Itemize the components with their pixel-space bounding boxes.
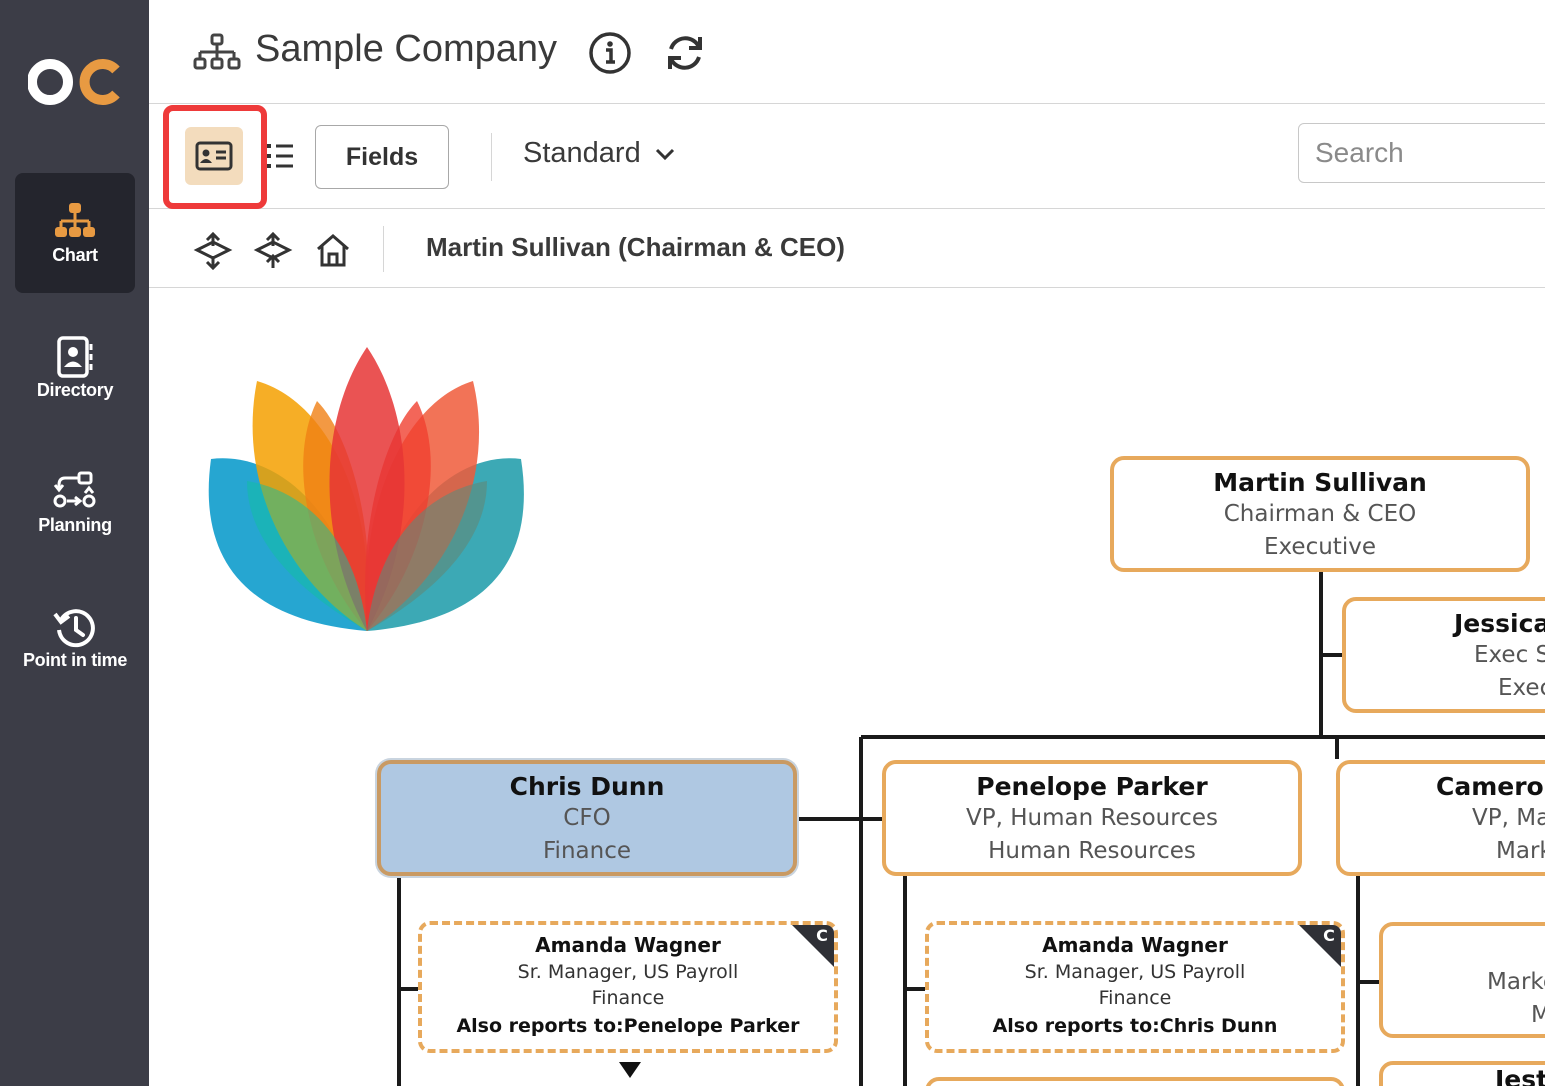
dotted-line-card[interactable]: C Amanda Wagner Sr. Manager, US Payroll … [925,921,1345,1053]
node-title: CFO [563,805,611,831]
badge-letter: C [816,926,828,945]
layout-select-value: Standard [523,137,641,169]
node-department: Mark [1496,838,1545,864]
nav-point-in-time[interactable]: Point in time [15,578,135,698]
fields-button[interactable]: Fields [315,125,449,189]
card-name: Amanda Wagner [535,933,721,957]
org-node[interactable]: Cameron VP, Mar Mark [1336,760,1545,876]
toolbar-divider [491,133,492,181]
nav-planning[interactable]: Planning [15,443,135,563]
also-reports-name[interactable]: Chris Dunn [1160,1015,1278,1037]
planning-flow-icon [53,471,96,508]
node-title: Marke [1487,969,1545,995]
node-name: Cameron [1436,772,1545,801]
also-reports-label: Also reports to: [456,1015,624,1037]
sidebar: Chart Directory Planning Point in time [0,0,149,1086]
node-title: Chairman & CEO [1223,501,1417,527]
org-node[interactable]: Jest [1379,1061,1545,1086]
home-icon[interactable] [313,230,353,270]
card-view-button[interactable] [185,127,243,185]
node-name: Jessica [1454,609,1545,638]
node-title: VP, Mar [1472,805,1545,831]
also-reports-to: Also reports to:Penelope Parker [422,1011,834,1041]
nav-directory-label: Directory [36,380,114,400]
node-department: Human Resources [988,838,1196,864]
info-icon[interactable] [587,30,633,76]
nav-directory[interactable]: Directory [15,308,135,428]
org-node-assistant[interactable]: Jessica Exec Se Exec [1342,597,1545,713]
org-node[interactable] [925,1077,1345,1086]
card-department: Finance [591,987,665,1009]
node-name: Martin Sullivan [1213,468,1427,497]
node-department: Executive [1264,534,1376,560]
list-view-icon[interactable] [265,141,295,171]
node-name: Penelope Parker [976,772,1208,801]
expand-arrow-icon[interactable] [618,1061,642,1079]
oc-logo[interactable] [28,52,124,112]
chevron-down-icon [655,148,674,160]
nav-chart-label: Chart [52,245,98,265]
node-title: VP, Human Resources [966,805,1218,831]
layout-select[interactable]: Standard [523,137,675,170]
nav-point-in-time-label: Point in time [22,650,128,670]
nav-chart[interactable]: Chart [15,173,135,293]
org-node[interactable]: Penelope Parker VP, Human Resources Huma… [882,760,1302,876]
node-name: Chris Dunn [509,772,665,801]
org-chart-icon [55,203,95,237]
node-department: Exec [1498,675,1545,701]
node-title: Exec Se [1474,642,1545,668]
card-name: Amanda Wagner [1042,933,1228,957]
header: Sample Company [149,0,1545,104]
breadcrumb-divider [383,226,384,272]
also-reports-name[interactable]: Penelope Parker [624,1015,800,1037]
expand-down-icon[interactable] [193,230,233,270]
history-clock-icon [53,609,95,648]
refresh-icon[interactable] [662,30,708,76]
org-node-root[interactable]: Martin Sullivan Chairman & CEO Executive [1110,456,1530,572]
chart-canvas[interactable]: Martin Sullivan Chairman & CEO Executive… [149,289,1545,1086]
also-reports-to: Also reports to:Chris Dunn [929,1011,1341,1041]
node-name: Jest [1495,1065,1545,1086]
breadcrumb-bar: Martin Sullivan (Chairman & CEO) [149,210,1545,288]
id-card-icon [195,141,233,171]
page-title: Sample Company [255,28,558,70]
contact-book-icon [57,336,93,378]
card-title: Sr. Manager, US Payroll [517,961,739,983]
card-department: Finance [1098,987,1172,1009]
breadcrumb[interactable]: Martin Sullivan (Chairman & CEO) [426,232,845,263]
org-node[interactable]: Marke M [1379,922,1545,1038]
org-node-selected[interactable]: Chris Dunn CFO Finance [377,760,797,876]
badge-letter: C [1323,926,1335,945]
node-department: Finance [543,838,631,864]
also-reports-label: Also reports to: [992,1015,1160,1037]
toolbar: Fields Standard [149,105,1545,209]
nav-planning-label: Planning [38,515,112,535]
contractor-badge-icon: C [792,925,834,967]
search-input[interactable] [1298,123,1545,183]
contractor-badge-icon: C [1299,925,1341,967]
card-title: Sr. Manager, US Payroll [1024,961,1246,983]
node-department: M [1487,998,1545,1032]
expand-up-icon[interactable] [253,230,293,270]
org-structure-icon [193,33,241,70]
dotted-line-card[interactable]: C Amanda Wagner Sr. Manager, US Payroll … [418,921,838,1053]
